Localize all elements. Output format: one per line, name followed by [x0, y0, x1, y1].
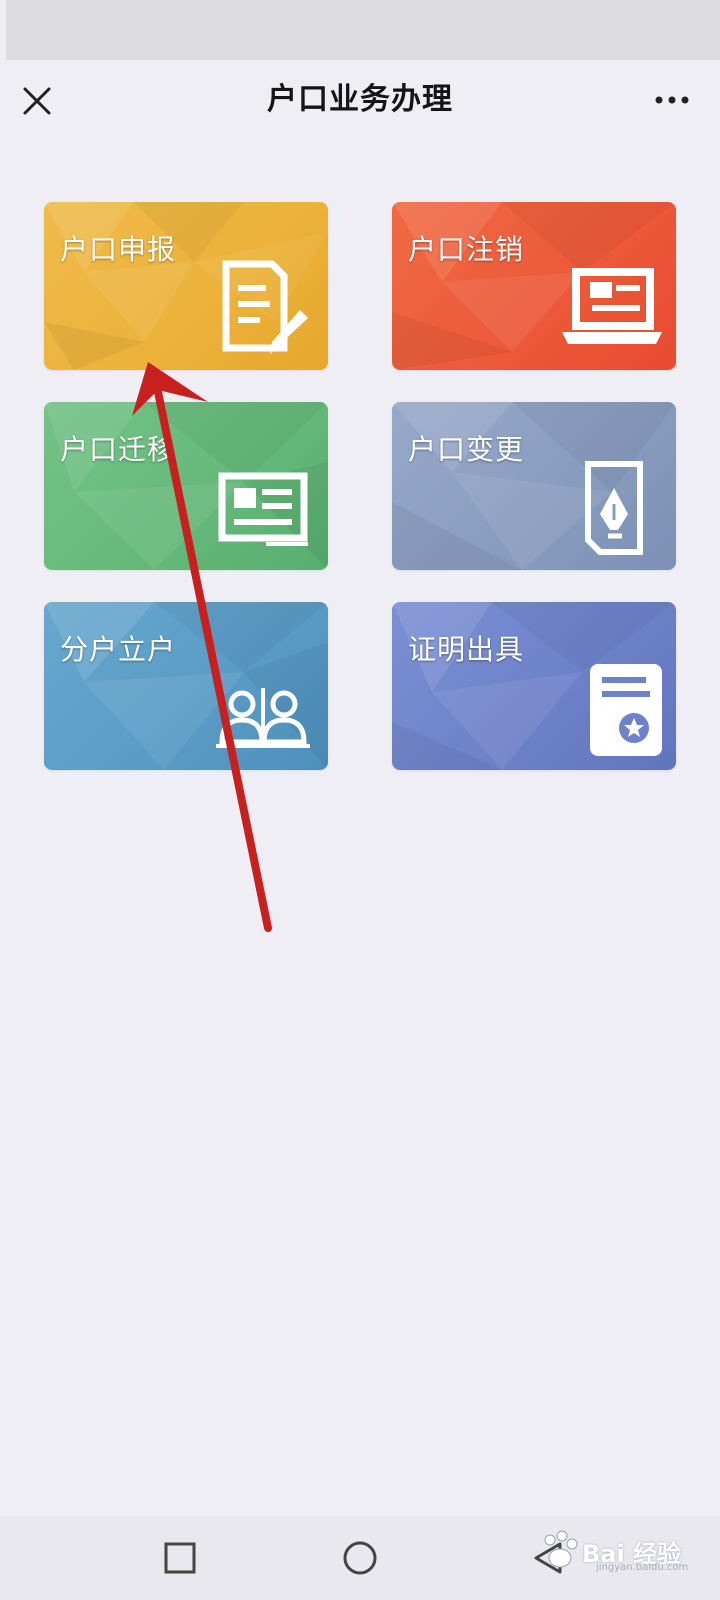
tile-hukou-migration[interactable]: 户口迁移	[44, 402, 328, 570]
service-grid: 户口申报 户口注销 户口迁移 户口变更 分户立户 证明出具	[44, 202, 676, 772]
tile-hukou-cancellation[interactable]: 户口注销	[392, 202, 676, 370]
tile-label: 证明出具	[408, 633, 525, 666]
tile-household-split[interactable]: 分户立户	[44, 602, 328, 770]
tile-label: 户口申报	[60, 233, 177, 266]
circle-home-icon[interactable]	[338, 1536, 382, 1580]
computer-monitor-icon	[562, 268, 662, 344]
watermark-url: jingyan.baidu.com	[596, 1562, 689, 1573]
more-icon[interactable]	[654, 90, 690, 110]
tile-certificate-issuance[interactable]: 证明出具	[392, 602, 676, 770]
tile-label: 户口注销	[408, 233, 525, 266]
baidu-jingyan-watermark: Bai 经验 jingyan.baidu.com	[534, 1524, 704, 1584]
tile-hukou-change[interactable]: 户口变更	[392, 402, 676, 570]
status-bar	[0, 0, 720, 64]
notice-board-icon	[218, 472, 308, 546]
two-people-icon	[216, 688, 310, 748]
tile-label: 户口变更	[408, 433, 525, 466]
paw-logo-icon	[544, 1530, 578, 1568]
square-recent-icon[interactable]	[158, 1536, 202, 1580]
pen-nib-document-icon	[585, 461, 643, 555]
page-title: 户口业务办理	[267, 82, 453, 117]
tile-hukou-declaration[interactable]: 户口申报	[44, 202, 328, 370]
top-nav-bar: 户口业务办理	[0, 64, 720, 144]
tile-label: 分户立户	[60, 633, 177, 666]
document-edit-icon	[222, 260, 308, 354]
tile-label: 户口迁移	[60, 433, 177, 466]
certificate-icon	[590, 664, 662, 756]
